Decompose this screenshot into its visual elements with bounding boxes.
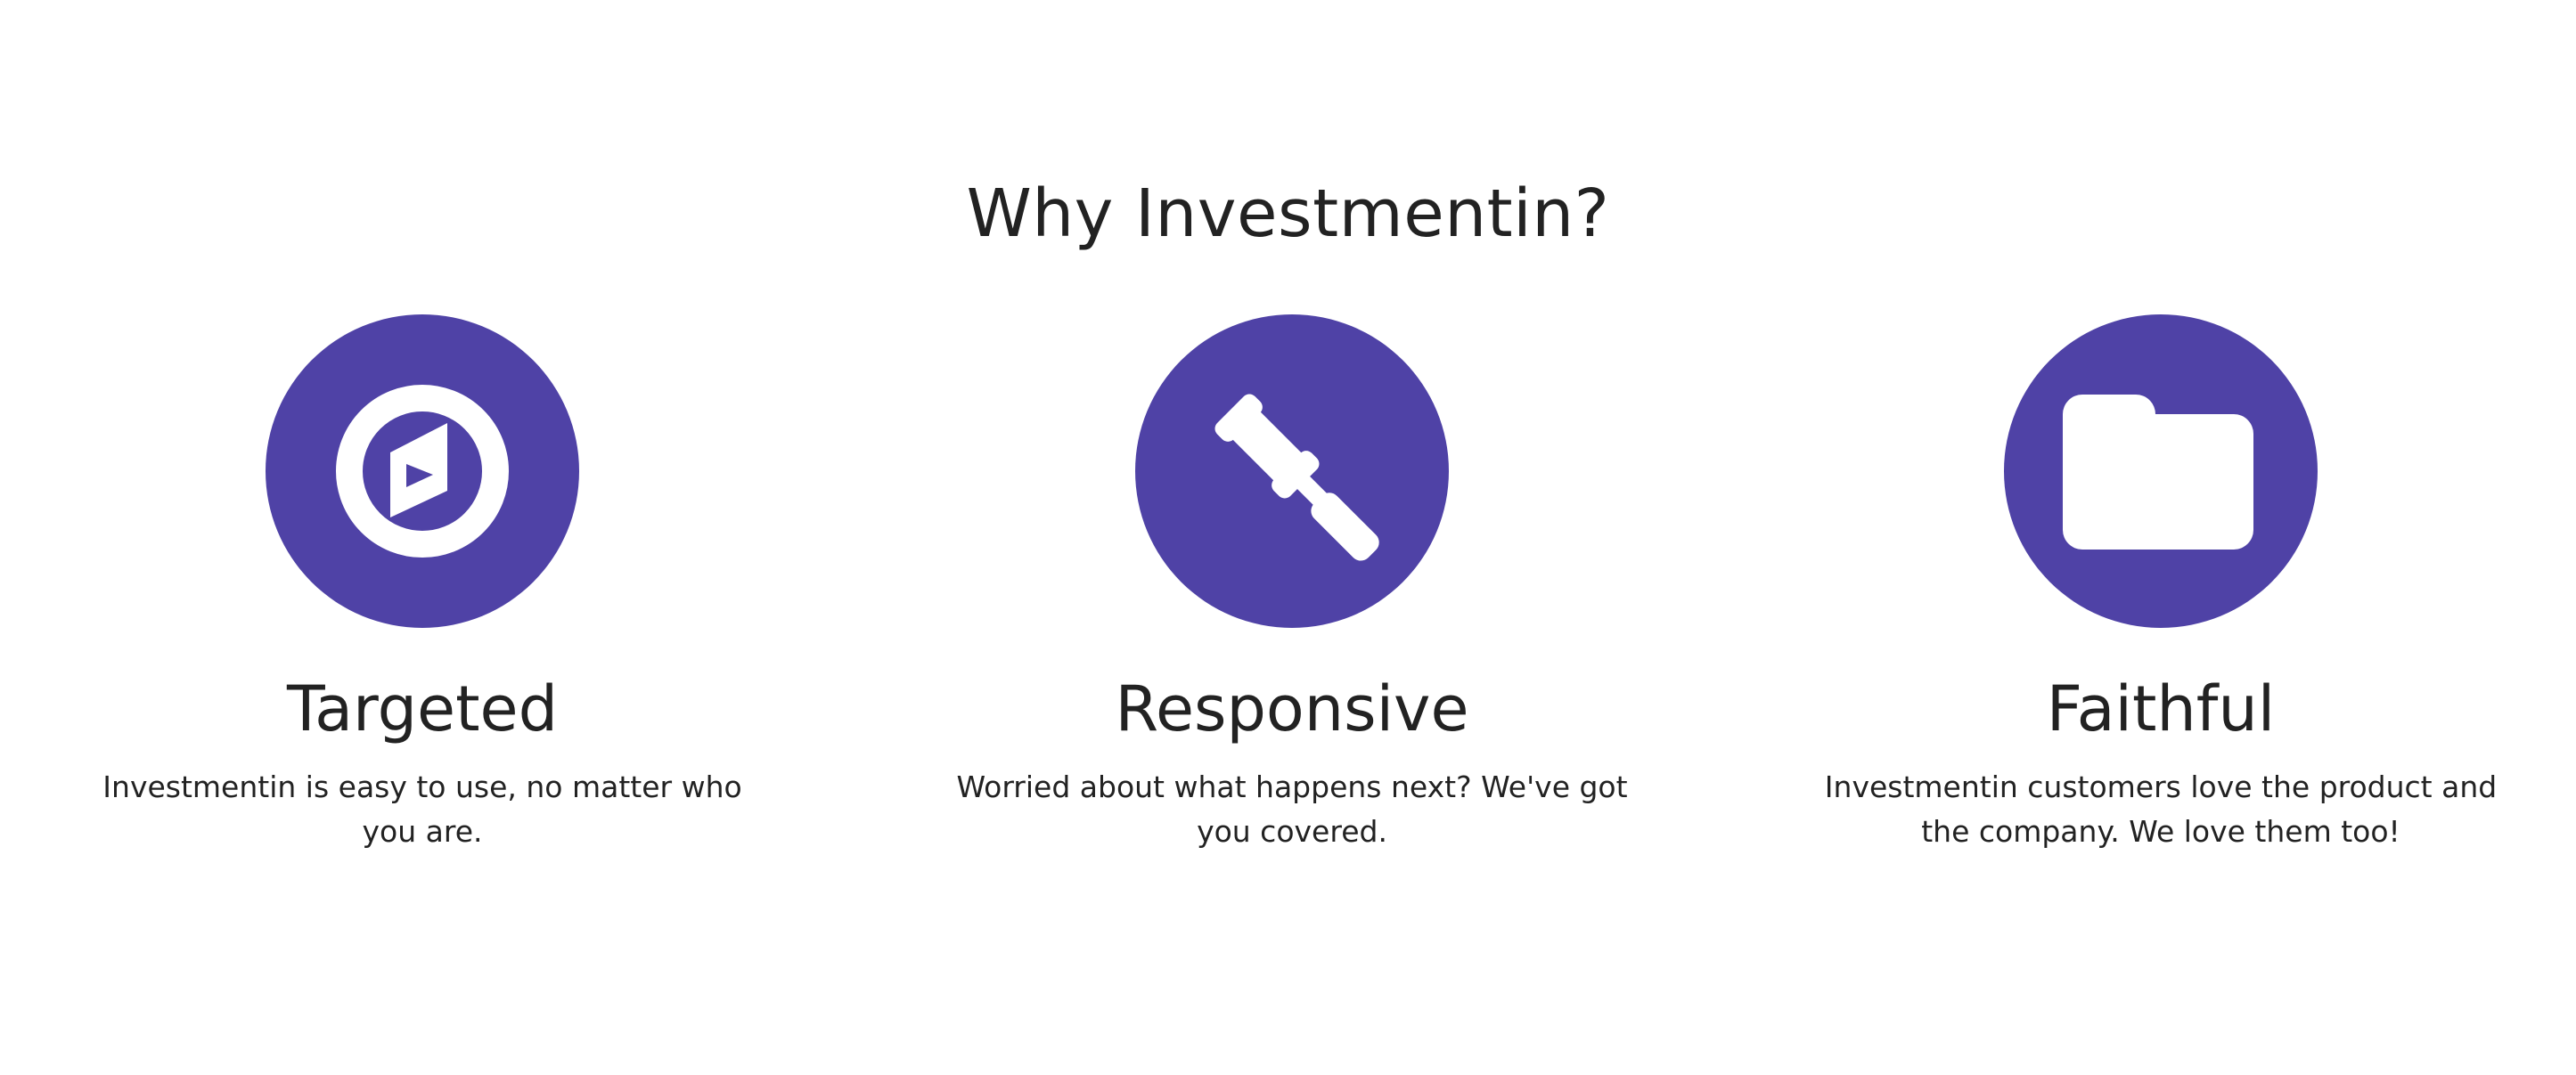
feature-title: Faithful — [2046, 672, 2276, 745]
feature-description: Worried about what happens next? We've g… — [956, 770, 1628, 849]
folder-icon — [2063, 395, 2253, 550]
section-title: Why Investmentin? — [966, 175, 1610, 252]
gavel-icon — [1214, 394, 1379, 561]
feature-icon-circle — [1135, 314, 1449, 628]
feature-responsive: Responsive Worried about what happens ne… — [927, 314, 1657, 854]
feature-faithful: Faithful Investmentin customers love the… — [1795, 314, 2526, 854]
feature-description: Investmentin customers love the product … — [1824, 770, 2498, 849]
feature-description: Investmentin is easy to use, no matter w… — [102, 770, 742, 849]
feature-title: Targeted — [286, 672, 559, 745]
target-play-icon — [336, 385, 509, 558]
feature-targeted: Targeted Investmentin is easy to use, no… — [57, 314, 788, 854]
feature-icon-circle — [2004, 314, 2318, 628]
feature-icon-circle — [266, 314, 579, 628]
feature-title: Responsive — [1115, 672, 1469, 745]
